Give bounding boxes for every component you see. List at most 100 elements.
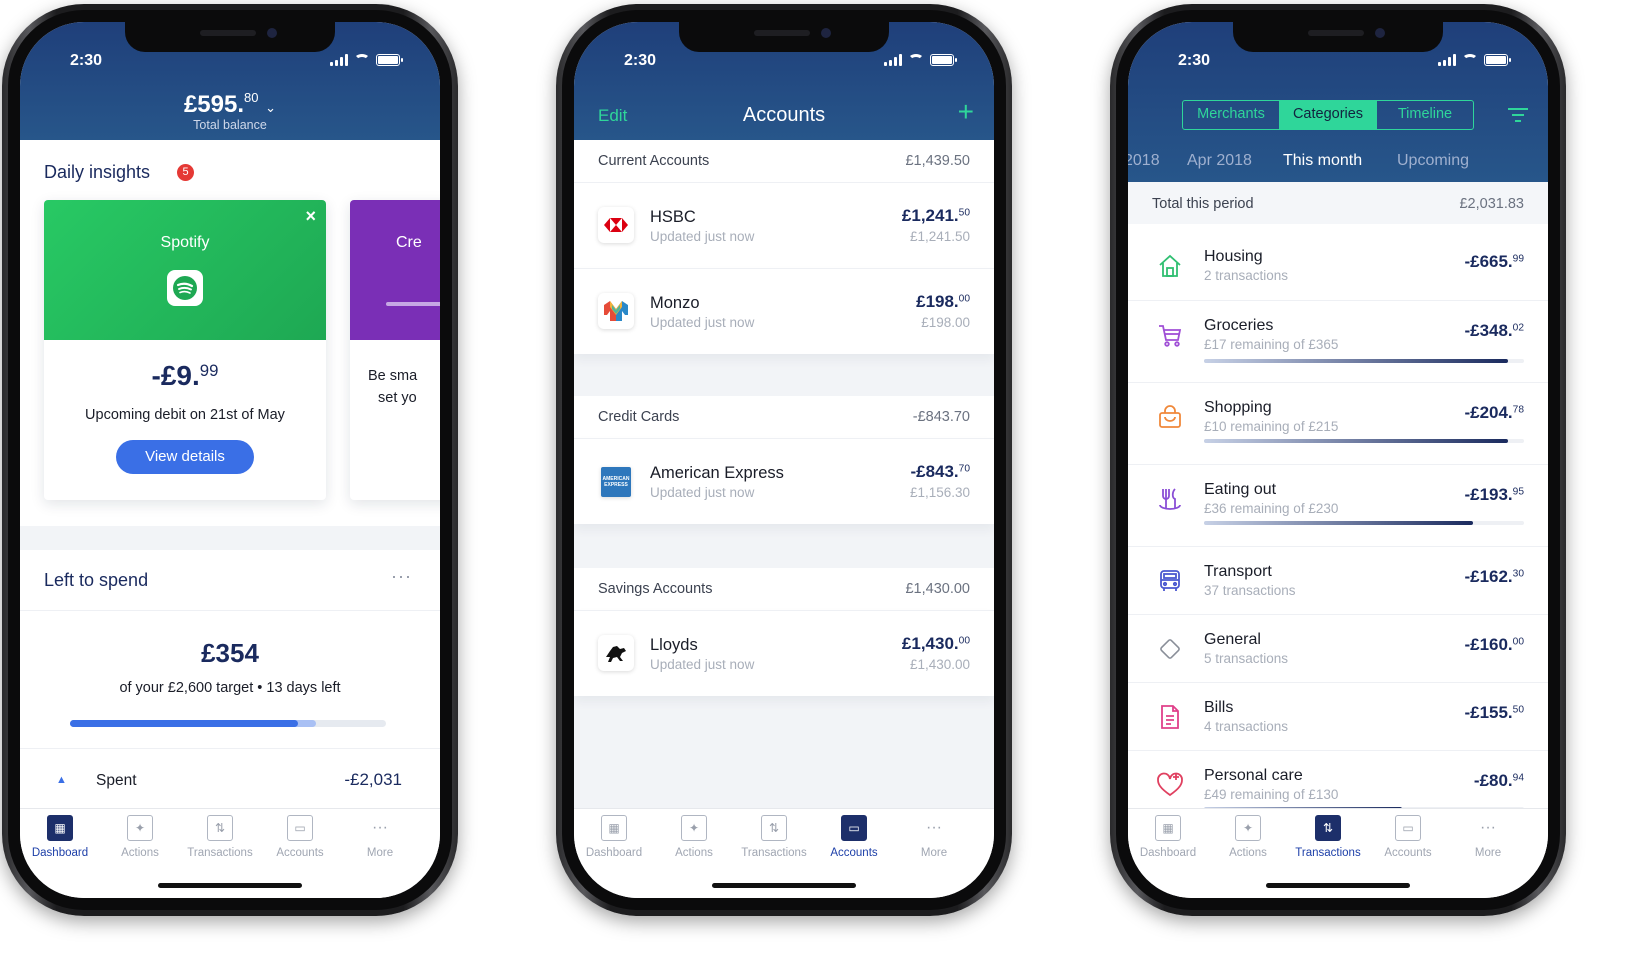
peek-card-title: Cre [396, 234, 422, 251]
account-row-hsbc[interactable]: HSBC Updated just now £1,241.50 £1,241.5… [574, 182, 994, 268]
category-name: Personal care [1204, 767, 1303, 784]
more-options-icon[interactable]: ··· [391, 566, 412, 587]
more-icon: ··· [926, 819, 942, 836]
tab-dashboard[interactable]: ▦ Dashboard [20, 815, 100, 859]
account-row-lloyds[interactable]: Lloyds Updated just now £1,430.00 £1,430… [574, 610, 994, 696]
category-name: Shopping [1204, 399, 1272, 416]
insights-section: Daily insights 5 Spotify × -£9.99 Upcomi… [20, 140, 440, 526]
lloyds-logo-icon [598, 635, 634, 671]
tab-actions[interactable]: ✦ Actions [654, 815, 734, 859]
account-balance: £1,241.50 [901, 206, 970, 225]
total-value: £2,031.83 [1459, 196, 1524, 212]
account-name: American Express [650, 464, 784, 482]
category-row-general[interactable]: General 5 transactions -£160.00 [1128, 614, 1548, 680]
insight-card-peek[interactable]: Cre Be sma set yo [350, 200, 440, 500]
account-balance: £1,430.00 [901, 634, 970, 653]
left-to-spend-section: Left to spend ··· £354 of your £2,600 ta… [20, 550, 440, 820]
insight-card[interactable]: Spotify × -£9.99 Upcoming debit on 21st … [44, 200, 326, 500]
balance-label: Total balance [193, 118, 267, 132]
amex-logo-icon: AMERICAN EXPRESS [601, 467, 631, 497]
spent-value: -£2,031 [344, 770, 402, 789]
home-indicator [158, 883, 302, 888]
tab-accounts[interactable]: ▭ Accounts [1368, 815, 1448, 859]
category-amount: -£348.02 [1464, 321, 1524, 340]
notch [679, 22, 889, 52]
status-time: 2:30 [1178, 52, 1211, 69]
view-details-button[interactable]: View details [116, 440, 254, 474]
status-bar: 2:30 [20, 52, 440, 72]
category-row-housing[interactable]: Housing 2 transactions -£665.99 [1128, 232, 1548, 296]
period-tab-this-month[interactable]: This month [1283, 152, 1362, 170]
insight-amount: -£9.99 [151, 360, 219, 391]
account-row-monzo[interactable]: Monzo Updated just now £198.00 £198.00 [574, 268, 994, 354]
insights-title: Daily insights [44, 162, 151, 182]
signal-icon [884, 54, 902, 66]
category-name: Eating out [1204, 481, 1277, 498]
transactions-icon: ⇅ [761, 815, 787, 841]
period-tab-2018[interactable]: 2018 [1128, 152, 1160, 170]
wifi-icon [354, 54, 370, 66]
category-row-shopping[interactable]: Shopping £10 remaining of £215 -£204.78 [1128, 382, 1548, 462]
tab-actions[interactable]: ✦ Actions [1208, 815, 1288, 859]
account-balance: £198.00 [916, 292, 970, 311]
merchant-name: Spotify [160, 234, 210, 251]
tab-more[interactable]: ··· More [1448, 815, 1528, 859]
wifi-icon [1462, 54, 1478, 66]
segment-merchants[interactable]: Merchants [1183, 101, 1280, 129]
wallet-icon: ▭ [287, 815, 313, 841]
budget-fill [1204, 359, 1508, 363]
category-amount: -£80.94 [1473, 771, 1524, 790]
tab-more[interactable]: ··· More [894, 815, 974, 859]
category-detail: 37 transactions [1204, 583, 1296, 598]
cutlery-icon [1154, 483, 1186, 515]
insight-card-banner: Spotify × [44, 200, 326, 340]
signal-icon [1438, 54, 1456, 66]
triangle-up-icon: ▲ [56, 774, 67, 786]
tab-transactions[interactable]: ⇅ Transactions [1288, 815, 1368, 859]
add-account-button[interactable]: + [958, 96, 974, 128]
screen-transactions: 2:30 Merchants Categories Timeline 2018 … [1128, 22, 1548, 898]
filter-icon[interactable] [1508, 108, 1528, 122]
tab-more[interactable]: ··· More [340, 815, 420, 859]
section-header-current: Current Accounts £1,439.50 [574, 140, 994, 182]
account-updated: Updated just now [650, 657, 755, 672]
segment-timeline[interactable]: Timeline [1376, 101, 1473, 129]
account-name: Lloyds [650, 636, 698, 654]
account-name: Monzo [650, 294, 700, 312]
signal-icon [330, 54, 348, 66]
period-total-row: Total this period £2,031.83 [1128, 182, 1548, 224]
tab-accounts[interactable]: ▭ Accounts [814, 815, 894, 859]
account-row-amex[interactable]: AMERICAN EXPRESS American Express Updated… [574, 438, 994, 524]
segment-categories[interactable]: Categories [1280, 101, 1376, 129]
spotify-logo-icon [167, 270, 203, 306]
period-tab-upcoming[interactable]: Upcoming [1397, 152, 1469, 170]
close-icon[interactable]: × [305, 206, 316, 227]
total-balance[interactable]: £595.80 ⌄ [20, 90, 440, 119]
tab-bar: ▦ Dashboard ✦ Actions ⇅ Transactions ▭ Accou… [1128, 808, 1548, 898]
tab-accounts[interactable]: ▭ Accounts [260, 815, 340, 859]
category-row-groceries[interactable]: Groceries £17 remaining of £365 -£348.02 [1128, 300, 1548, 380]
battery-icon [1484, 54, 1511, 66]
budget-fill [1204, 439, 1508, 443]
category-row-personal-care[interactable]: Personal care £49 remaining of £130 -£80… [1128, 750, 1548, 811]
chevron-down-icon[interactable]: ⌄ [265, 100, 276, 115]
tab-actions[interactable]: ✦ Actions [100, 815, 180, 859]
account-available: £1,156.30 [909, 485, 970, 500]
tab-dashboard[interactable]: ▦ Dashboard [574, 815, 654, 859]
bag-icon [1154, 401, 1186, 433]
wifi-icon [908, 54, 924, 66]
period-tab-apr-2018[interactable]: Apr 2018 [1187, 152, 1252, 170]
category-amount: -£160.00 [1464, 635, 1524, 654]
screen-dashboard: 2:30 £595.80 ⌄ Total balance Daily insig… [20, 22, 440, 898]
budget-fill [1204, 521, 1473, 525]
tab-dashboard[interactable]: ▦ Dashboard [1128, 815, 1208, 859]
category-row-transport[interactable]: Transport 37 transactions -£162.30 [1128, 546, 1548, 612]
total-label: Total this period [1152, 196, 1254, 212]
view-segmented-control: Merchants Categories Timeline [1182, 100, 1474, 130]
tab-transactions[interactable]: ⇅ Transactions [734, 815, 814, 859]
category-row-eating-out[interactable]: Eating out £36 remaining of £230 -£193.9… [1128, 464, 1548, 544]
tab-transactions[interactable]: ⇅ Transactions [180, 815, 260, 859]
account-available: £1,430.00 [909, 657, 970, 672]
category-row-bills[interactable]: Bills 4 transactions -£155.50 [1128, 682, 1548, 748]
account-balance: -£843.70 [910, 462, 970, 481]
